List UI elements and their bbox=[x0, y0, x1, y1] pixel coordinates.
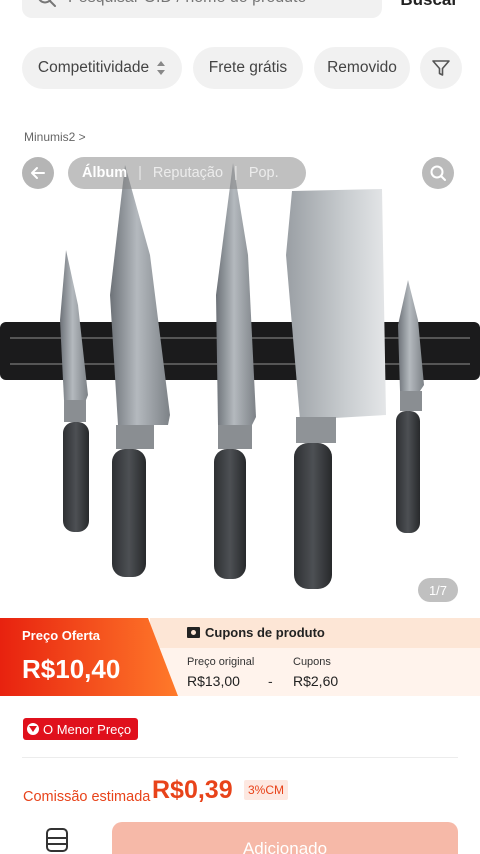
filter-button[interactable] bbox=[420, 47, 462, 89]
search-icon bbox=[38, 0, 56, 7]
search-icon bbox=[430, 165, 446, 181]
coupons-label: Cupons bbox=[293, 656, 331, 668]
offer-price-value: R$10,40 bbox=[22, 654, 121, 684]
commission-percent: 3%CM bbox=[244, 780, 289, 800]
added-button-label: Adicionado bbox=[242, 839, 328, 854]
commission-label: Comissão estimada bbox=[23, 789, 151, 805]
filter-chip-label: Removido bbox=[327, 59, 397, 76]
filter-funnel-icon bbox=[432, 60, 450, 76]
filter-chip-label: Competitividade bbox=[37, 59, 150, 76]
offer-price-label: Preço Oferta bbox=[22, 628, 101, 643]
added-button[interactable]: Adicionado bbox=[112, 822, 458, 854]
original-price-value: R$13,00 bbox=[187, 673, 240, 689]
tab-separator: | bbox=[234, 165, 238, 181]
filter-chip-frete-gratis[interactable]: Frete grátis bbox=[193, 47, 303, 89]
price-strip: Cupons de produto Preço original R$13,00… bbox=[0, 618, 480, 696]
tab-album[interactable]: Álbum bbox=[82, 165, 127, 181]
gallery-tabs: Álbum | Reputação | Pop. bbox=[68, 157, 306, 189]
filter-chip-competitividade[interactable]: Competitividade bbox=[22, 47, 182, 89]
tab-separator: | bbox=[138, 165, 142, 181]
minus-sign: - bbox=[268, 673, 273, 689]
coupon-header-label: Cupons de produto bbox=[205, 625, 325, 640]
down-arrow-icon bbox=[27, 723, 39, 735]
arrow-left-icon bbox=[31, 167, 45, 179]
divider bbox=[22, 757, 458, 758]
search-image-button[interactable] bbox=[422, 157, 454, 189]
store-icon[interactable] bbox=[44, 826, 70, 854]
coupon-breakdown: Preço original R$13,00 - Cupons R$2,60 bbox=[150, 648, 480, 696]
lowest-price-badge: O Menor Preço bbox=[23, 718, 139, 740]
coupons-value: R$2,60 bbox=[293, 673, 339, 689]
product-image bbox=[0, 163, 480, 589]
filter-bar: Competitividade Frete grátis Removido bbox=[22, 47, 462, 89]
ticket-icon bbox=[187, 627, 200, 638]
search-bar[interactable] bbox=[22, 0, 382, 18]
offer-price-box: Preço Oferta R$10,40 bbox=[0, 618, 178, 696]
search-button[interactable]: Buscar bbox=[400, 0, 458, 10]
tab-pop[interactable]: Pop. bbox=[249, 165, 279, 181]
tab-reputacao[interactable]: Reputação bbox=[153, 165, 223, 181]
sort-updown-icon bbox=[157, 61, 166, 75]
product-image-gallery[interactable] bbox=[0, 145, 480, 615]
coupon-header: Cupons de produto bbox=[150, 618, 480, 648]
filter-chip-removido[interactable]: Removido bbox=[314, 47, 410, 89]
background-shop-link: Minumis2 > bbox=[24, 130, 86, 144]
lowest-price-text: O Menor Preço bbox=[43, 721, 132, 737]
search-input[interactable] bbox=[68, 0, 368, 7]
commission-value: R$0,39 bbox=[152, 776, 233, 804]
back-button[interactable] bbox=[22, 157, 54, 189]
filter-chip-label: Frete grátis bbox=[208, 59, 288, 76]
image-counter: 1/7 bbox=[418, 578, 458, 602]
original-price-label: Preço original bbox=[187, 656, 255, 668]
